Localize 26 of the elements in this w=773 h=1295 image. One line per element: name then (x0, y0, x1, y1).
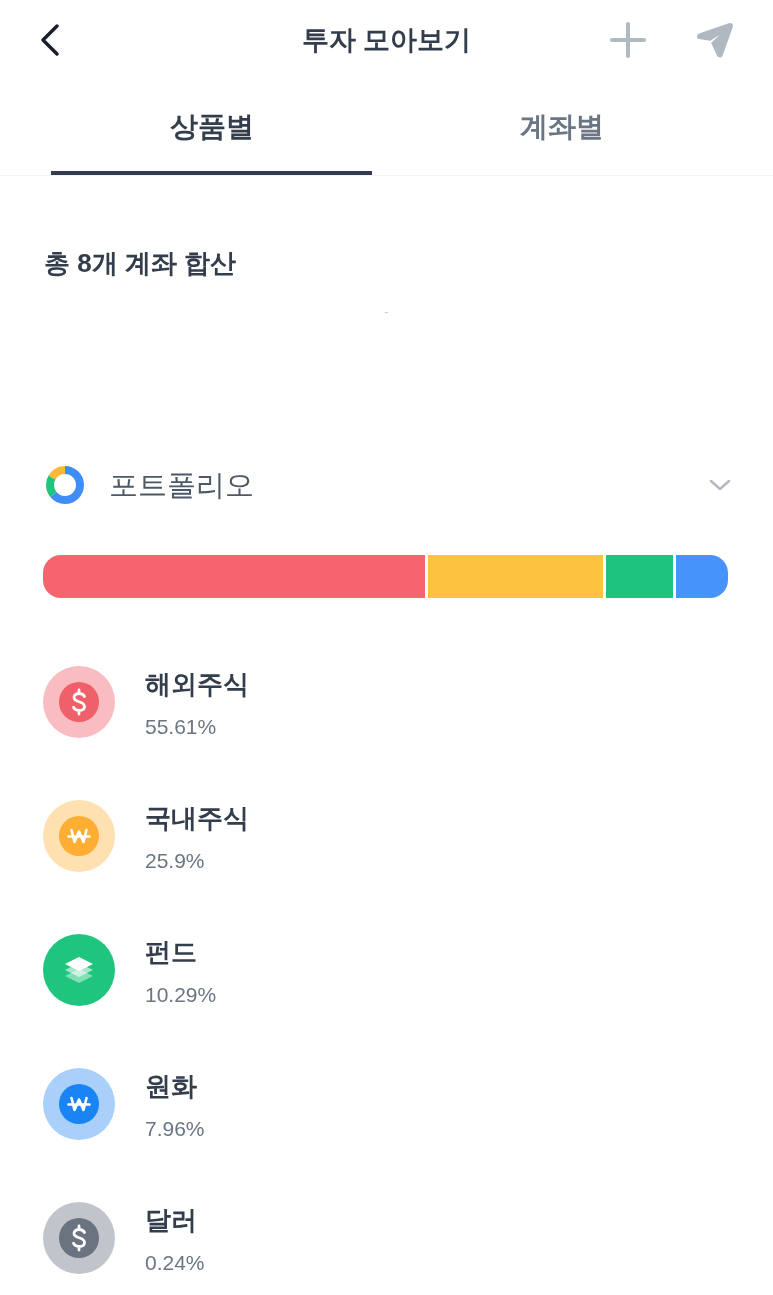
chevron-down-icon (709, 479, 731, 491)
plus-icon (610, 22, 646, 58)
summary-title: 총 8개 계좌 합산 (44, 247, 237, 280)
asset-share: 10.29% (145, 982, 217, 1008)
portfolio-label: 포트폴리오 (109, 468, 254, 503)
bar-segment (676, 555, 728, 598)
tab[interactable]: 계좌별 (401, 80, 722, 175)
asset-name: 원화 (145, 1070, 198, 1103)
paper-plane-icon (696, 22, 734, 58)
page-title: 투자 모아보기 (301, 23, 472, 57)
asset-share: 0.24% (145, 1250, 205, 1276)
share-button[interactable] (695, 20, 735, 60)
amount-text: - (384, 305, 389, 319)
asset-share: 55.61% (145, 714, 218, 740)
asset-name: 해외주식 (145, 668, 249, 701)
add-button[interactable] (609, 21, 647, 59)
asset-share: 25.9% (145, 848, 206, 874)
tab[interactable]: 상품별 (51, 80, 372, 175)
asset-name: 달러 (145, 1204, 198, 1237)
asset-name: 펀드 (145, 936, 198, 969)
donut-chart-icon (44, 464, 86, 506)
bar-segment (606, 555, 673, 598)
asset-share: 7.96% (145, 1116, 205, 1142)
back-chevron-icon (40, 24, 60, 56)
back-button[interactable] (38, 22, 62, 58)
asset-name: 국내주식 (145, 802, 249, 835)
